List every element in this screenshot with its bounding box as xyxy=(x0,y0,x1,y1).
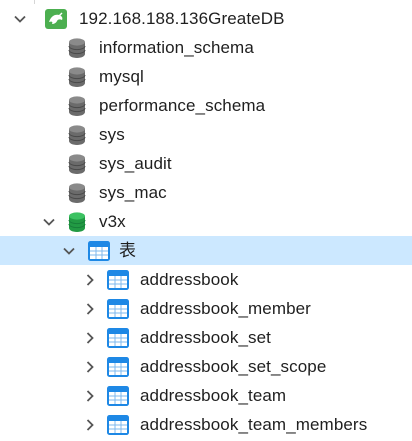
chevron-right-icon[interactable] xyxy=(83,389,97,403)
chevron-down-icon[interactable] xyxy=(13,12,27,26)
table-icon xyxy=(106,356,130,378)
database-label: information_schema xyxy=(99,38,254,57)
table-label: addressbook_member xyxy=(140,299,311,318)
database-icon xyxy=(66,153,88,175)
chevron-right-icon[interactable] xyxy=(83,273,97,287)
database-icon xyxy=(66,37,88,59)
tree-node-connection[interactable]: 192.168.188.136GreateDB xyxy=(0,4,412,33)
chevron-right-icon[interactable] xyxy=(83,418,97,432)
database-label: mysql xyxy=(99,67,144,86)
chevron-down-icon[interactable] xyxy=(62,244,76,258)
tree-node-table[interactable]: addressbook_member xyxy=(0,294,412,323)
tables-folder-label: 表 xyxy=(119,241,137,260)
table-icon xyxy=(106,385,130,407)
database-label: sys_mac xyxy=(99,183,167,202)
tree-node-database[interactable]: information_schema xyxy=(0,33,412,62)
database-label: v3x xyxy=(99,212,126,231)
connection-label: 192.168.188.136GreateDB xyxy=(79,9,285,28)
table-icon xyxy=(106,298,130,320)
tree-node-database[interactable]: sys_mac xyxy=(0,178,412,207)
table-label: addressbook_set xyxy=(140,328,271,347)
tree-node-tables-folder[interactable]: 表 xyxy=(0,236,412,265)
database-icon xyxy=(66,124,88,146)
database-label: performance_schema xyxy=(99,96,266,115)
tree-node-table[interactable]: addressbook_set_scope xyxy=(0,352,412,381)
database-label: sys xyxy=(99,125,125,144)
table-label: addressbook_team_members xyxy=(140,415,368,434)
tree-node-table[interactable]: addressbook xyxy=(0,265,412,294)
tree-node-table[interactable]: addressbook_set xyxy=(0,323,412,352)
table-label: addressbook_set_scope xyxy=(140,357,327,376)
database-icon xyxy=(66,95,88,117)
table-icon xyxy=(87,240,111,262)
tree-node-database[interactable]: sys xyxy=(0,120,412,149)
tree-node-table[interactable]: addressbook_team_members xyxy=(0,410,412,439)
server-connection-icon xyxy=(44,8,68,30)
table-icon xyxy=(106,269,130,291)
table-icon xyxy=(106,414,130,436)
database-label: sys_audit xyxy=(99,154,172,173)
chevron-right-icon[interactable] xyxy=(83,331,97,345)
tree-node-database[interactable]: mysql xyxy=(0,62,412,91)
database-icon xyxy=(66,182,88,204)
table-icon xyxy=(106,327,130,349)
tree-node-database[interactable]: sys_audit xyxy=(0,149,412,178)
chevron-right-icon[interactable] xyxy=(83,360,97,374)
database-icon xyxy=(66,211,88,233)
tree-node-database-v3x[interactable]: v3x xyxy=(0,207,412,236)
database-icon xyxy=(66,66,88,88)
table-label: addressbook_team xyxy=(140,386,287,405)
chevron-right-icon[interactable] xyxy=(83,302,97,316)
tree-node-table[interactable]: addressbook_team xyxy=(0,381,412,410)
navigator-tree: 192.168.188.136GreateDB information_sche… xyxy=(0,0,412,441)
table-label: addressbook xyxy=(140,270,239,289)
chevron-down-icon[interactable] xyxy=(42,215,56,229)
tree-node-database[interactable]: performance_schema xyxy=(0,91,412,120)
